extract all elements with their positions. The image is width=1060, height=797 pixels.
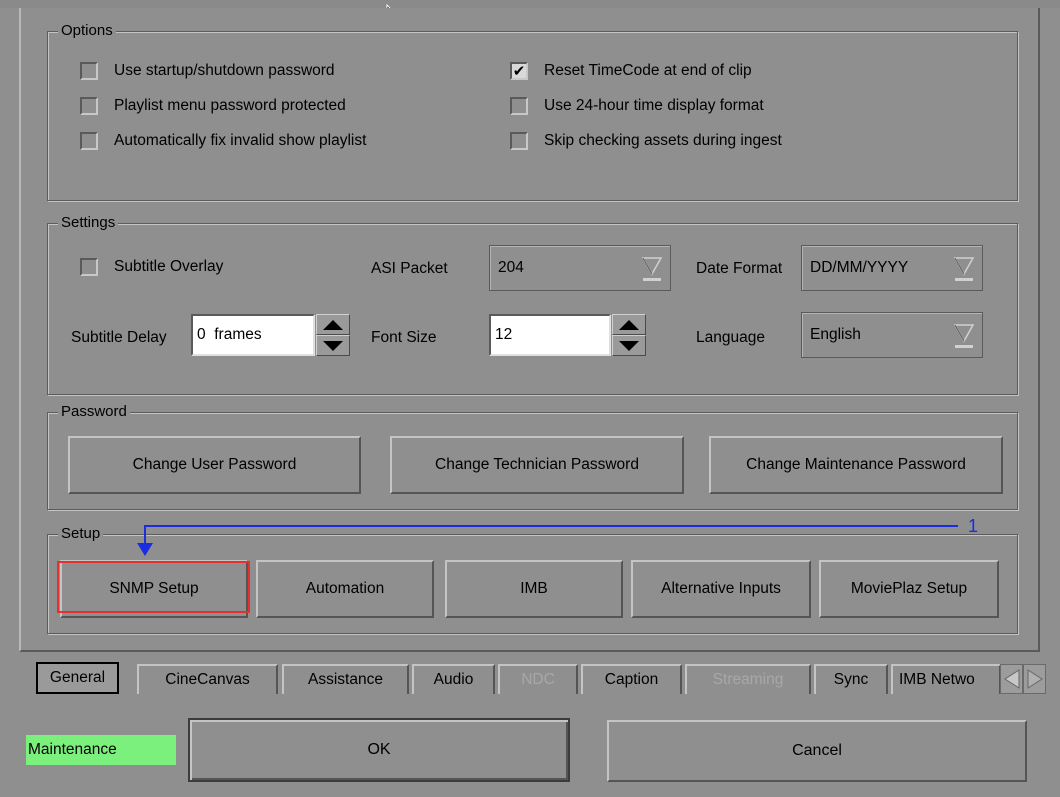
- options-group-title: Options: [58, 22, 116, 40]
- settings-group-title: Settings: [58, 214, 119, 232]
- change-maintenance-password-button[interactable]: Change Maintenance Password: [709, 436, 1003, 494]
- font-size-stepper[interactable]: [612, 314, 646, 356]
- asi-packet-select[interactable]: 204: [489, 245, 671, 291]
- top-edge: [0, 0, 1060, 8]
- checkbox-startup-password[interactable]: Use startup/shutdown password: [80, 62, 335, 80]
- checkbox-skip-checking-assets[interactable]: Skip checking assets during ingest: [510, 132, 782, 150]
- imb-button[interactable]: IMB: [445, 560, 623, 618]
- language-value: English: [810, 326, 861, 343]
- tab-label: General: [49, 669, 106, 686]
- checkbox-reset-timecode[interactable]: ✔ Reset TimeCode at end of clip: [510, 62, 752, 80]
- tab-imb-network[interactable]: IMB Netwo: [891, 664, 1001, 694]
- setup-group-title: Setup: [58, 525, 104, 543]
- asi-packet-label: ASI Packet: [371, 260, 448, 277]
- checkbox-label: Use startup/shutdown password: [114, 62, 335, 79]
- tab-label: NDC: [521, 671, 555, 688]
- general-settings-panel: Options Use startup/shutdown password ✔ …: [19, 8, 1040, 652]
- movieplaz-setup-button[interactable]: MoviePlaz Setup: [819, 560, 999, 618]
- checkbox-box[interactable]: [510, 97, 528, 115]
- triangle-down-icon: [619, 340, 639, 351]
- tab-label: Audio: [433, 671, 474, 688]
- date-format-select[interactable]: DD/MM/YYYY: [801, 245, 983, 291]
- checkbox-box[interactable]: [80, 62, 98, 80]
- change-user-password-button[interactable]: Change User Password: [68, 436, 361, 494]
- tab-streaming: Streaming: [685, 664, 811, 694]
- alternative-inputs-button[interactable]: Alternative Inputs: [631, 560, 811, 618]
- settings-group: Settings Subtitle Overlay ASI Packet 204…: [47, 214, 1018, 395]
- setup-group: Setup SNMP Setup Automation IMB Alternat…: [47, 525, 1018, 634]
- automation-button[interactable]: Automation: [256, 560, 434, 618]
- checkbox-box[interactable]: [80, 97, 98, 115]
- tab-caption[interactable]: Caption: [581, 664, 682, 694]
- annotation-number: 1: [968, 516, 979, 536]
- tab-label: IMB Netwo: [899, 671, 975, 688]
- checkbox-label: Subtitle Overlay: [114, 258, 224, 275]
- asi-packet-value: 204: [498, 259, 524, 276]
- options-group: Options Use startup/shutdown password ✔ …: [47, 22, 1018, 201]
- tab-general[interactable]: General: [36, 662, 119, 694]
- font-size-label: Font Size: [371, 329, 437, 346]
- language-label: Language: [696, 329, 765, 346]
- triangle-down-icon: [641, 257, 663, 281]
- annotation-line-horizontal: [144, 525, 958, 527]
- arrow-down-icon: [137, 543, 153, 556]
- password-group-title: Password: [58, 403, 130, 421]
- checkbox-box[interactable]: [80, 132, 98, 150]
- tab-label: Assistance: [308, 671, 383, 688]
- checkbox-label: Use 24-hour time display format: [544, 97, 764, 114]
- triangle-up-icon: [323, 319, 343, 330]
- checkbox-box[interactable]: [510, 132, 528, 150]
- cancel-button[interactable]: Cancel: [607, 720, 1027, 782]
- tab-cinecanvas[interactable]: CineCanvas: [137, 664, 278, 694]
- checkbox-subtitle-overlay[interactable]: Subtitle Overlay: [80, 258, 223, 276]
- checkbox-label: Skip checking assets during ingest: [544, 132, 782, 149]
- triangle-right-icon: [1027, 669, 1043, 689]
- checkbox-fix-invalid-playlist[interactable]: Automatically fix invalid show playlist: [80, 132, 366, 150]
- tab-label: CineCanvas: [165, 671, 250, 688]
- tab-scroll-right-button[interactable]: [1023, 664, 1046, 694]
- triangle-down-icon: [323, 340, 343, 351]
- triangle-up-icon: [619, 319, 639, 330]
- tab-label: Caption: [604, 671, 659, 688]
- checkbox-label: Playlist menu password protected: [114, 97, 346, 114]
- triangle-down-icon: [953, 257, 975, 281]
- mode-status-badge: Maintenance: [26, 735, 176, 765]
- tab-label: Streaming: [712, 671, 784, 688]
- subtitle-delay-value: 0 frames: [197, 326, 262, 343]
- subtitle-delay-input[interactable]: 0 frames: [191, 314, 315, 356]
- tab-label: Sync: [833, 671, 869, 688]
- subtitle-delay-stepper[interactable]: [316, 314, 350, 356]
- date-format-value: DD/MM/YYYY: [810, 259, 909, 276]
- spin-up-button[interactable]: [316, 314, 350, 335]
- font-size-value: 12: [495, 326, 513, 343]
- tab-scroll-left-button[interactable]: [1000, 664, 1023, 694]
- font-size-input[interactable]: 12: [489, 314, 611, 356]
- tab-audio[interactable]: Audio: [412, 664, 495, 694]
- change-technician-password-button[interactable]: Change Technician Password: [390, 436, 684, 494]
- tab-scroll-arrows: [1000, 664, 1046, 694]
- subtitle-delay-label: Subtitle Delay: [71, 329, 167, 346]
- date-format-label: Date Format: [696, 260, 783, 277]
- check-mark-icon: ✔: [512, 62, 526, 80]
- spin-down-button[interactable]: [612, 335, 646, 356]
- password-group: Password Change User Password Change Tec…: [47, 403, 1018, 510]
- spin-up-button[interactable]: [612, 314, 646, 335]
- spin-down-button[interactable]: [316, 335, 350, 356]
- checkbox-playlist-password[interactable]: Playlist menu password protected: [80, 97, 346, 115]
- language-select[interactable]: English: [801, 312, 983, 358]
- tab-assistance[interactable]: Assistance: [282, 664, 409, 694]
- ok-button[interactable]: OK: [188, 718, 570, 782]
- checkbox-label: Reset TimeCode at end of clip: [544, 62, 752, 79]
- checkbox-label: Automatically fix invalid show playlist: [114, 132, 367, 149]
- triangle-left-icon: [1003, 669, 1019, 689]
- snmp-setup-button[interactable]: SNMP Setup: [60, 560, 248, 618]
- checkbox-24-hour-format[interactable]: Use 24-hour time display format: [510, 97, 764, 115]
- checkbox-box[interactable]: [80, 258, 98, 276]
- tab-sync[interactable]: Sync: [814, 664, 888, 694]
- tab-ndc: NDC: [498, 664, 578, 694]
- checkbox-box-checked[interactable]: ✔: [510, 62, 528, 80]
- triangle-down-icon: [953, 324, 975, 348]
